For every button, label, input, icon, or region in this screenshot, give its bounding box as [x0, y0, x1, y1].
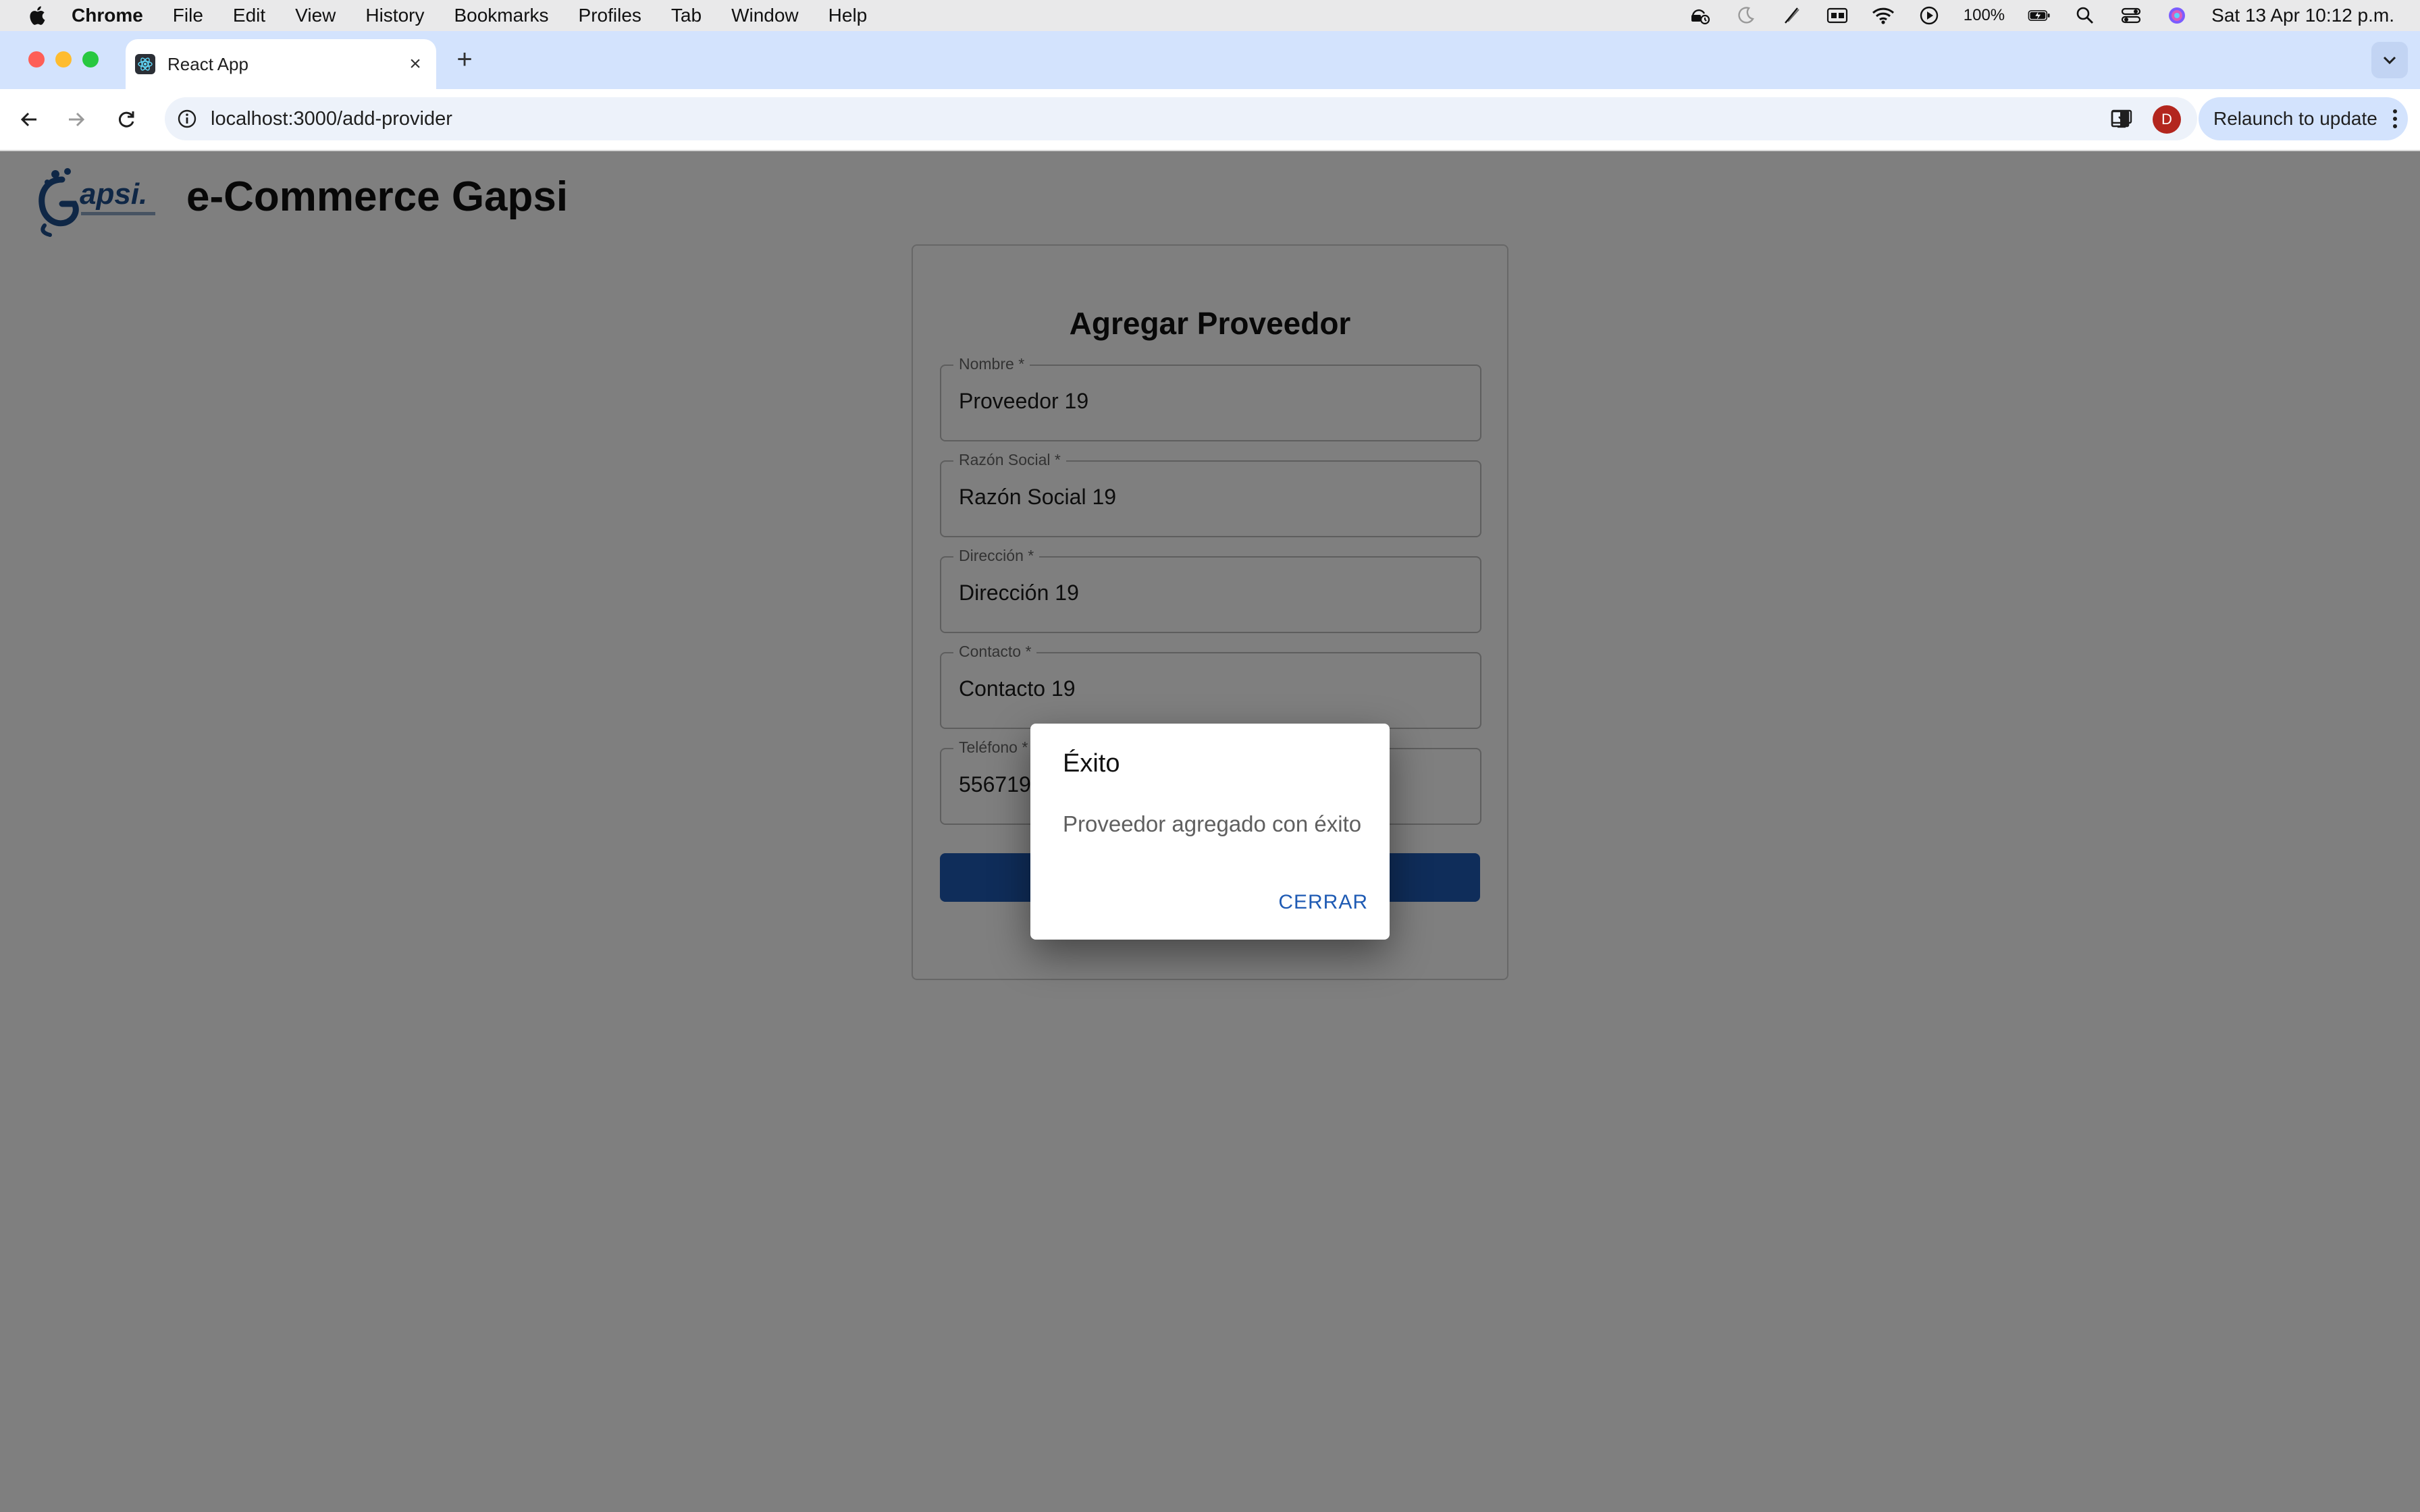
spotlight-search-icon[interactable] [2074, 5, 2097, 26]
window-zoom-button[interactable] [82, 51, 99, 68]
time-machine-icon[interactable] [1688, 5, 1711, 26]
address-bar[interactable]: localhost:3000/add-provider [165, 97, 2197, 140]
profile-avatar[interactable]: D [2153, 105, 2181, 134]
menu-tab[interactable]: Tab [671, 5, 702, 26]
tab-title: React App [167, 53, 248, 74]
new-tab-plus-icon[interactable]: + [451, 46, 478, 74]
menu-bar-clock[interactable]: Sat 13 Apr 10:12 p.m. [2211, 5, 2394, 26]
menu-app-chrome[interactable]: Chrome [72, 5, 143, 26]
focus-moon-icon[interactable] [1734, 5, 1757, 26]
react-favicon-icon [135, 54, 155, 74]
window-minimize-button[interactable] [55, 51, 72, 68]
menu-profiles[interactable]: Profiles [579, 5, 641, 26]
menu-bookmarks[interactable]: Bookmarks [454, 5, 548, 26]
now-playing-icon[interactable] [1918, 5, 1941, 26]
battery-percentage: 100% [1963, 6, 2005, 24]
relaunch-label: Relaunch to update [2213, 108, 2377, 129]
relaunch-to-update-button[interactable]: Relaunch to update [2199, 97, 2408, 140]
reload-icon[interactable] [109, 103, 143, 136]
menu-file[interactable]: File [173, 5, 203, 26]
keyboard-input-icon[interactable] [1826, 5, 1849, 26]
chrome-tab-strip: React App × + [0, 31, 2420, 89]
side-panel-icon[interactable] [2105, 104, 2135, 134]
menu-window[interactable]: Window [731, 5, 799, 26]
site-info-icon[interactable] [176, 107, 199, 130]
back-arrow-icon[interactable] [12, 103, 46, 136]
success-dialog: Éxito Proveedor agregado con éxito CERRA… [1030, 724, 1390, 940]
dialog-title: Éxito [1063, 749, 1120, 778]
window-close-button[interactable] [28, 51, 45, 68]
pen-slash-icon[interactable] [1780, 5, 1803, 26]
menu-edit[interactable]: Edit [233, 5, 265, 26]
wifi-icon[interactable] [1872, 5, 1895, 26]
control-center-icon[interactable] [2120, 5, 2142, 26]
chrome-toolbar: localhost:3000/add-provider D Relaunch t… [0, 89, 2420, 151]
tab-search-chevron-icon[interactable] [2371, 42, 2408, 78]
apple-logo-icon[interactable] [27, 5, 46, 26]
browser-tab-active[interactable]: React App × [126, 39, 436, 89]
forward-arrow-icon[interactable] [59, 103, 93, 136]
battery-charging-icon[interactable] [2028, 5, 2051, 26]
menu-help[interactable]: Help [828, 5, 868, 26]
macos-menu-bar: Chrome File Edit View History Bookmarks … [0, 0, 2420, 31]
menu-history[interactable]: History [365, 5, 424, 26]
dialog-close-button[interactable]: CERRAR [1278, 891, 1368, 914]
address-bar-url[interactable]: localhost:3000/add-provider [211, 108, 2108, 130]
menu-bar-status-area: 100% Sat 13 Apr 10:12 p.m. [1688, 0, 2394, 31]
tab-close-icon[interactable]: × [404, 53, 427, 76]
siri-icon[interactable] [2165, 5, 2188, 26]
dialog-message: Proveedor agregado con éxito [1063, 811, 1362, 836]
chrome-menu-kebab-icon[interactable] [2388, 109, 2402, 128]
menu-view[interactable]: View [295, 5, 336, 26]
